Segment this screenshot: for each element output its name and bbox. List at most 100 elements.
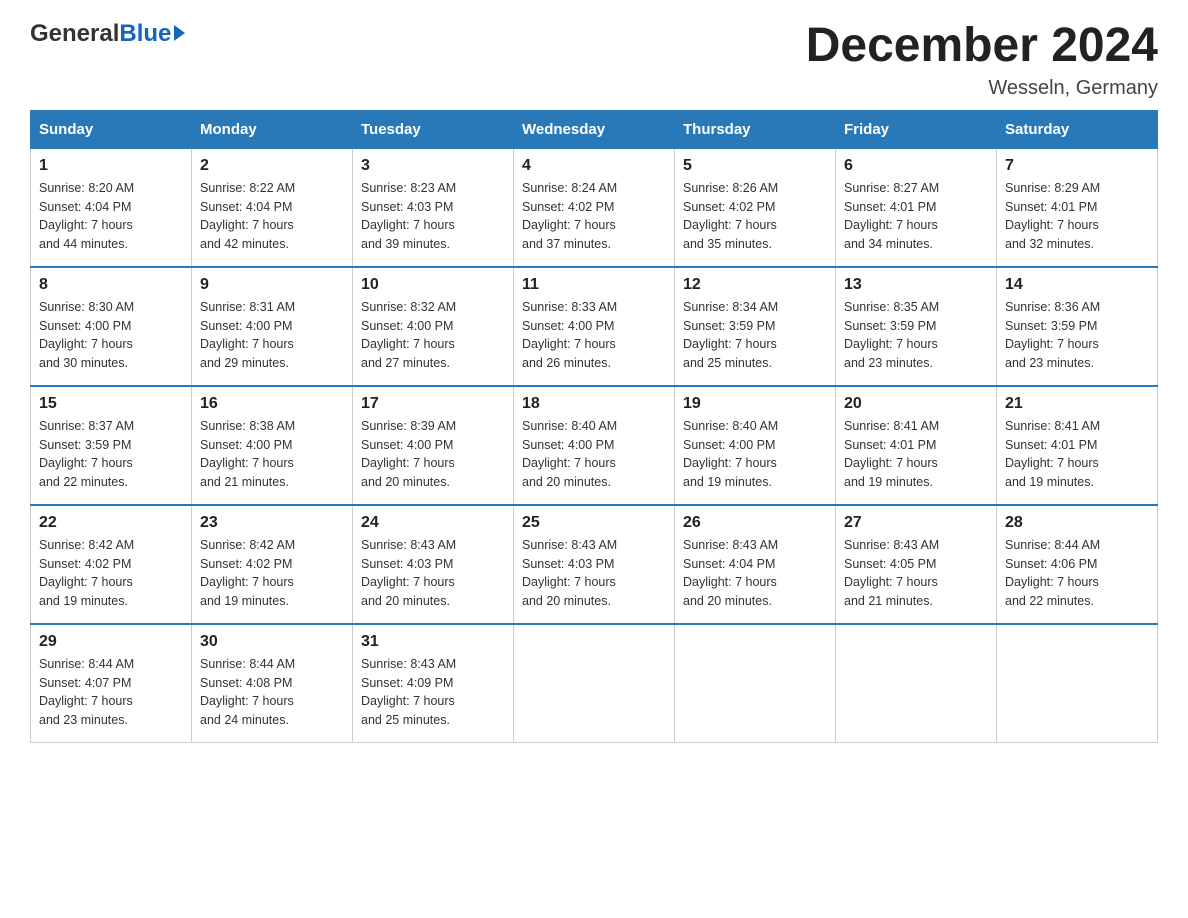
day-number: 25 (522, 514, 666, 532)
calendar-week-row: 8 Sunrise: 8:30 AM Sunset: 4:00 PM Dayli… (31, 267, 1158, 386)
day-info: Sunrise: 8:31 AM Sunset: 4:00 PM Dayligh… (200, 298, 344, 373)
day-info: Sunrise: 8:24 AM Sunset: 4:02 PM Dayligh… (522, 179, 666, 254)
calendar-table: SundayMondayTuesdayWednesdayThursdayFrid… (30, 110, 1158, 743)
col-header-saturday: Saturday (997, 110, 1158, 148)
day-info: Sunrise: 8:30 AM Sunset: 4:00 PM Dayligh… (39, 298, 183, 373)
day-info: Sunrise: 8:33 AM Sunset: 4:00 PM Dayligh… (522, 298, 666, 373)
day-info: Sunrise: 8:43 AM Sunset: 4:04 PM Dayligh… (683, 536, 827, 611)
day-info: Sunrise: 8:26 AM Sunset: 4:02 PM Dayligh… (683, 179, 827, 254)
col-header-tuesday: Tuesday (353, 110, 514, 148)
day-number: 28 (1005, 514, 1149, 532)
calendar-cell: 7 Sunrise: 8:29 AM Sunset: 4:01 PM Dayli… (997, 148, 1158, 267)
logo-blue-part: Blue (119, 20, 185, 48)
day-number: 10 (361, 276, 505, 294)
day-info: Sunrise: 8:27 AM Sunset: 4:01 PM Dayligh… (844, 179, 988, 254)
col-header-sunday: Sunday (31, 110, 192, 148)
day-number: 7 (1005, 157, 1149, 175)
col-header-monday: Monday (192, 110, 353, 148)
day-number: 29 (39, 633, 183, 651)
col-header-thursday: Thursday (675, 110, 836, 148)
day-info: Sunrise: 8:34 AM Sunset: 3:59 PM Dayligh… (683, 298, 827, 373)
calendar-cell: 13 Sunrise: 8:35 AM Sunset: 3:59 PM Dayl… (836, 267, 997, 386)
calendar-cell: 18 Sunrise: 8:40 AM Sunset: 4:00 PM Dayl… (514, 386, 675, 505)
title-section: December 2024 Wesseln, Germany (806, 20, 1158, 100)
day-number: 11 (522, 276, 666, 294)
calendar-cell: 31 Sunrise: 8:43 AM Sunset: 4:09 PM Dayl… (353, 624, 514, 743)
day-info: Sunrise: 8:36 AM Sunset: 3:59 PM Dayligh… (1005, 298, 1149, 373)
calendar-cell: 16 Sunrise: 8:38 AM Sunset: 4:00 PM Dayl… (192, 386, 353, 505)
day-info: Sunrise: 8:43 AM Sunset: 4:09 PM Dayligh… (361, 655, 505, 730)
day-number: 31 (361, 633, 505, 651)
day-info: Sunrise: 8:29 AM Sunset: 4:01 PM Dayligh… (1005, 179, 1149, 254)
calendar-week-row: 15 Sunrise: 8:37 AM Sunset: 3:59 PM Dayl… (31, 386, 1158, 505)
calendar-cell: 29 Sunrise: 8:44 AM Sunset: 4:07 PM Dayl… (31, 624, 192, 743)
calendar-cell: 15 Sunrise: 8:37 AM Sunset: 3:59 PM Dayl… (31, 386, 192, 505)
calendar-cell: 10 Sunrise: 8:32 AM Sunset: 4:00 PM Dayl… (353, 267, 514, 386)
day-info: Sunrise: 8:20 AM Sunset: 4:04 PM Dayligh… (39, 179, 183, 254)
calendar-cell: 8 Sunrise: 8:30 AM Sunset: 4:00 PM Dayli… (31, 267, 192, 386)
calendar-cell: 9 Sunrise: 8:31 AM Sunset: 4:00 PM Dayli… (192, 267, 353, 386)
calendar-cell: 25 Sunrise: 8:43 AM Sunset: 4:03 PM Dayl… (514, 505, 675, 624)
calendar-cell: 27 Sunrise: 8:43 AM Sunset: 4:05 PM Dayl… (836, 505, 997, 624)
day-number: 22 (39, 514, 183, 532)
calendar-cell: 30 Sunrise: 8:44 AM Sunset: 4:08 PM Dayl… (192, 624, 353, 743)
calendar-cell: 12 Sunrise: 8:34 AM Sunset: 3:59 PM Dayl… (675, 267, 836, 386)
logo: General Blue (30, 20, 185, 48)
day-number: 24 (361, 514, 505, 532)
day-number: 27 (844, 514, 988, 532)
calendar-cell (514, 624, 675, 743)
calendar-cell: 23 Sunrise: 8:42 AM Sunset: 4:02 PM Dayl… (192, 505, 353, 624)
day-info: Sunrise: 8:44 AM Sunset: 4:06 PM Dayligh… (1005, 536, 1149, 611)
calendar-cell: 3 Sunrise: 8:23 AM Sunset: 4:03 PM Dayli… (353, 148, 514, 267)
calendar-week-row: 1 Sunrise: 8:20 AM Sunset: 4:04 PM Dayli… (31, 148, 1158, 267)
calendar-cell (675, 624, 836, 743)
calendar-cell: 28 Sunrise: 8:44 AM Sunset: 4:06 PM Dayl… (997, 505, 1158, 624)
day-number: 15 (39, 395, 183, 413)
day-number: 17 (361, 395, 505, 413)
calendar-cell (836, 624, 997, 743)
day-info: Sunrise: 8:35 AM Sunset: 3:59 PM Dayligh… (844, 298, 988, 373)
calendar-cell: 4 Sunrise: 8:24 AM Sunset: 4:02 PM Dayli… (514, 148, 675, 267)
day-number: 23 (200, 514, 344, 532)
calendar-cell (997, 624, 1158, 743)
logo-blue-text: Blue (119, 20, 171, 48)
location-label: Wesseln, Germany (806, 77, 1158, 100)
day-info: Sunrise: 8:43 AM Sunset: 4:03 PM Dayligh… (522, 536, 666, 611)
day-info: Sunrise: 8:23 AM Sunset: 4:03 PM Dayligh… (361, 179, 505, 254)
day-info: Sunrise: 8:38 AM Sunset: 4:00 PM Dayligh… (200, 417, 344, 492)
calendar-week-row: 22 Sunrise: 8:42 AM Sunset: 4:02 PM Dayl… (31, 505, 1158, 624)
col-header-friday: Friday (836, 110, 997, 148)
day-number: 12 (683, 276, 827, 294)
day-info: Sunrise: 8:41 AM Sunset: 4:01 PM Dayligh… (1005, 417, 1149, 492)
calendar-week-row: 29 Sunrise: 8:44 AM Sunset: 4:07 PM Dayl… (31, 624, 1158, 743)
calendar-cell: 11 Sunrise: 8:33 AM Sunset: 4:00 PM Dayl… (514, 267, 675, 386)
day-number: 14 (1005, 276, 1149, 294)
day-info: Sunrise: 8:42 AM Sunset: 4:02 PM Dayligh… (39, 536, 183, 611)
day-info: Sunrise: 8:44 AM Sunset: 4:07 PM Dayligh… (39, 655, 183, 730)
logo-arrow-icon (174, 25, 185, 41)
day-number: 16 (200, 395, 344, 413)
calendar-cell: 21 Sunrise: 8:41 AM Sunset: 4:01 PM Dayl… (997, 386, 1158, 505)
day-number: 13 (844, 276, 988, 294)
day-info: Sunrise: 8:43 AM Sunset: 4:03 PM Dayligh… (361, 536, 505, 611)
calendar-cell: 22 Sunrise: 8:42 AM Sunset: 4:02 PM Dayl… (31, 505, 192, 624)
day-info: Sunrise: 8:40 AM Sunset: 4:00 PM Dayligh… (683, 417, 827, 492)
col-header-wednesday: Wednesday (514, 110, 675, 148)
page-header: General Blue December 2024 Wesseln, Germ… (30, 20, 1158, 100)
day-info: Sunrise: 8:37 AM Sunset: 3:59 PM Dayligh… (39, 417, 183, 492)
day-number: 1 (39, 157, 183, 175)
day-info: Sunrise: 8:44 AM Sunset: 4:08 PM Dayligh… (200, 655, 344, 730)
calendar-cell: 5 Sunrise: 8:26 AM Sunset: 4:02 PM Dayli… (675, 148, 836, 267)
day-number: 9 (200, 276, 344, 294)
day-number: 30 (200, 633, 344, 651)
calendar-cell: 24 Sunrise: 8:43 AM Sunset: 4:03 PM Dayl… (353, 505, 514, 624)
day-number: 18 (522, 395, 666, 413)
day-info: Sunrise: 8:43 AM Sunset: 4:05 PM Dayligh… (844, 536, 988, 611)
calendar-cell: 20 Sunrise: 8:41 AM Sunset: 4:01 PM Dayl… (836, 386, 997, 505)
day-info: Sunrise: 8:41 AM Sunset: 4:01 PM Dayligh… (844, 417, 988, 492)
calendar-cell: 1 Sunrise: 8:20 AM Sunset: 4:04 PM Dayli… (31, 148, 192, 267)
day-number: 4 (522, 157, 666, 175)
calendar-cell: 19 Sunrise: 8:40 AM Sunset: 4:00 PM Dayl… (675, 386, 836, 505)
day-number: 19 (683, 395, 827, 413)
day-number: 3 (361, 157, 505, 175)
